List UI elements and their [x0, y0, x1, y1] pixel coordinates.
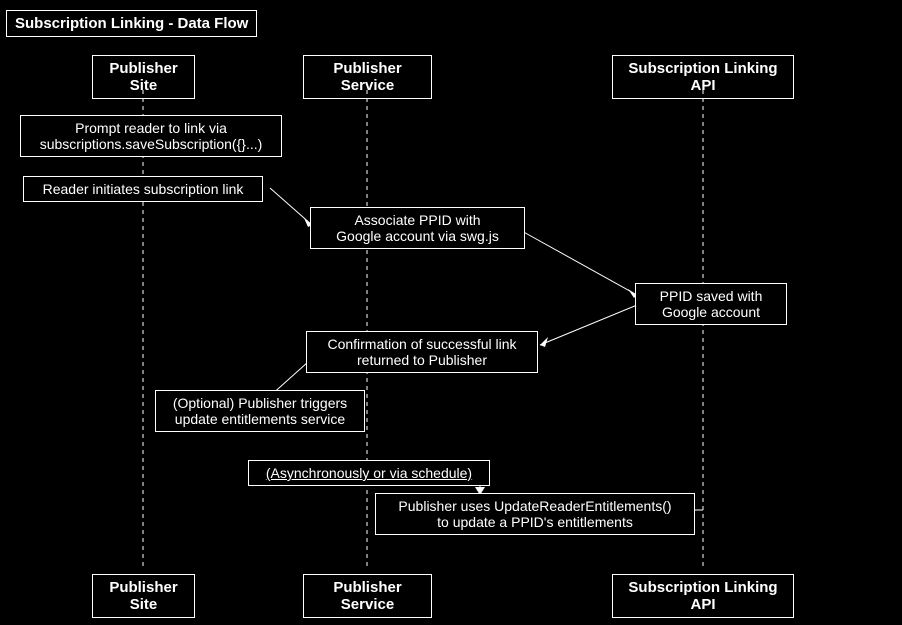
- publisher-site-header-bottom: Publisher Site: [92, 574, 195, 618]
- diagram-container: Subscription Linking - Data Flow Publish…: [0, 0, 902, 625]
- page-title: Subscription Linking - Data Flow: [6, 10, 257, 37]
- reader-initiates-box: Reader initiates subscription link: [23, 176, 263, 202]
- publisher-service-header-bottom: Publisher Service: [303, 574, 432, 618]
- prompt-reader-box: Prompt reader to link viasubscriptions.s…: [20, 115, 282, 157]
- publisher-service-header-top: Publisher Service: [303, 55, 432, 99]
- subscription-linking-header-bottom: Subscription Linking API: [612, 574, 794, 618]
- publisher-site-header-top: Publisher Site: [92, 55, 195, 99]
- update-entitlements-box: Publisher uses UpdateReaderEntitlements(…: [375, 493, 695, 535]
- ppid-saved-box: PPID saved withGoogle account: [635, 283, 787, 325]
- confirmation-box: Confirmation of successful linkreturned …: [306, 331, 538, 373]
- subscription-linking-header-top: Subscription Linking API: [612, 55, 794, 99]
- associate-ppid-box: Associate PPID withGoogle account via sw…: [310, 207, 525, 249]
- optional-update-box: (Optional) Publisher triggersupdate enti…: [155, 390, 365, 432]
- async-box: (Asynchronously or via schedule): [248, 460, 490, 486]
